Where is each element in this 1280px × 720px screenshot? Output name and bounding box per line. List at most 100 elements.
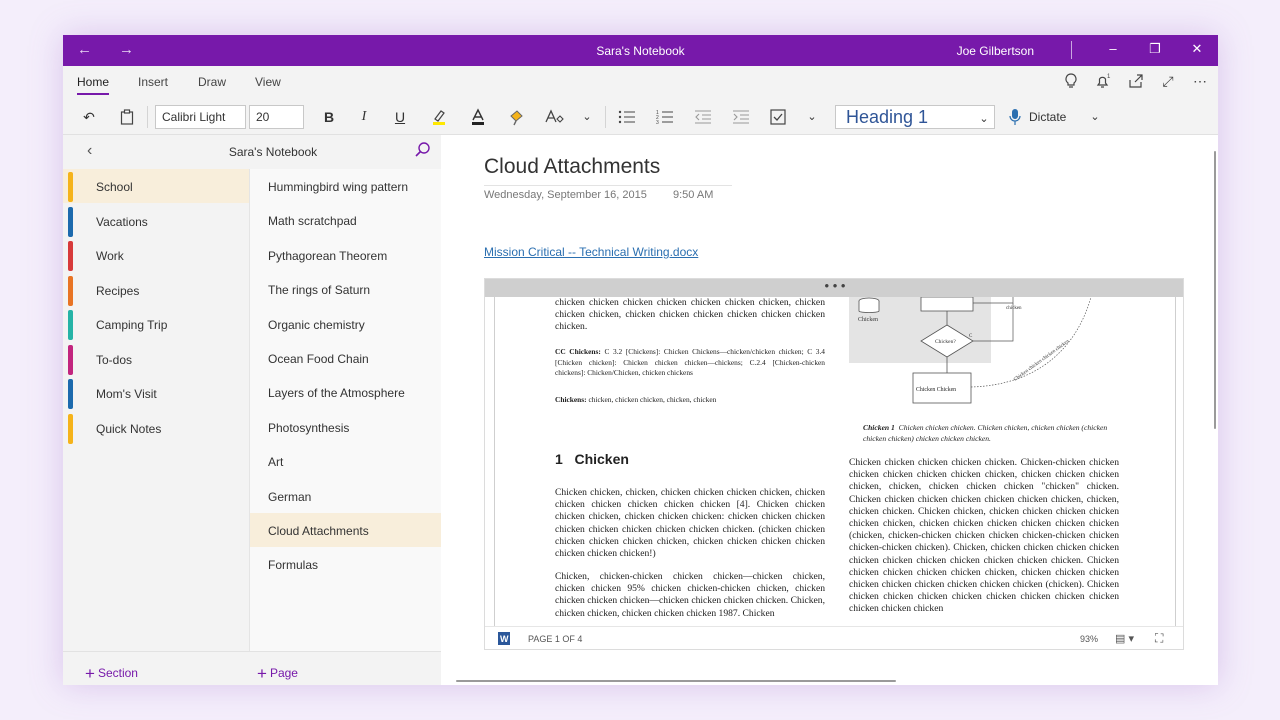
tab-view[interactable]: View xyxy=(255,75,281,89)
section-item[interactable]: Mom's Visit xyxy=(63,376,249,410)
document-preview[interactable]: • • • chicken chicken chicken chicken ch… xyxy=(484,278,1184,650)
title-underline xyxy=(484,185,732,186)
section-label: To-dos xyxy=(96,352,133,367)
page-item[interactable]: Art xyxy=(250,444,442,478)
section-label: School xyxy=(96,180,133,194)
tab-home[interactable]: Home xyxy=(77,75,110,95)
section-label: Work xyxy=(96,249,124,263)
doc-heading-number: 1 xyxy=(555,451,563,467)
decrease-indent-icon[interactable] xyxy=(691,106,715,128)
expand-icon[interactable]: ⤢ xyxy=(1158,73,1178,90)
close-icon[interactable]: ✕ xyxy=(1185,41,1209,57)
section-color-tab xyxy=(68,310,73,340)
ribbon-separator xyxy=(605,106,606,128)
doc-keywords-text: chicken, chicken chicken, chicken, chick… xyxy=(588,395,717,404)
section-item[interactable]: Recipes xyxy=(63,273,249,307)
undo-icon[interactable]: ↶ xyxy=(77,106,101,128)
style-selector[interactable]: Heading 1 xyxy=(835,105,995,129)
increase-indent-icon[interactable] xyxy=(729,106,753,128)
tab-draw[interactable]: Draw xyxy=(198,75,226,89)
chevron-down-icon[interactable]: ⌄ xyxy=(803,106,821,128)
document-menu-button[interactable]: • • • xyxy=(485,279,1183,293)
more-options-icon[interactable]: ⋯ xyxy=(1190,73,1210,90)
search-icon[interactable] xyxy=(415,142,431,162)
doc-paragraph: Chicken chicken, chicken, chicken chicke… xyxy=(555,487,825,560)
restore-icon[interactable]: ❐ xyxy=(1143,41,1167,57)
doc-keywords-label: Chickens: xyxy=(555,395,587,404)
checkbox-tag-icon[interactable] xyxy=(766,106,790,128)
notification-bell-icon[interactable]: 1 xyxy=(1093,73,1113,92)
doc-ccs-label: CC Chickens: xyxy=(555,347,601,356)
svg-text:W: W xyxy=(500,634,509,644)
tab-insert[interactable]: Insert xyxy=(138,75,168,89)
style-dropdown-icon[interactable]: ⌄ xyxy=(973,108,995,130)
ribbon-toolbar: ↶ Calibri Light 20 B I U ⌄ 123 ⌄ Heading… xyxy=(63,98,1218,135)
page-label: The rings of Saturn xyxy=(268,283,371,298)
lightbulb-icon[interactable] xyxy=(1061,73,1081,92)
page-title[interactable]: Cloud Attachments xyxy=(484,155,660,179)
numbered-list-icon[interactable]: 123 xyxy=(653,106,677,128)
share-icon[interactable] xyxy=(1126,73,1146,92)
section-item[interactable]: Vacations xyxy=(63,204,249,238)
highlighter-icon[interactable] xyxy=(427,106,451,128)
section-color-tab xyxy=(68,413,73,444)
page-item[interactable]: Math scratchpad xyxy=(250,203,442,237)
clipboard-icon[interactable] xyxy=(115,106,139,128)
clear-formatting-icon[interactable] xyxy=(541,106,567,128)
word-doc-icon: W xyxy=(498,632,510,647)
caption-text: Chicken chicken chicken. Chicken chicken… xyxy=(863,423,1108,443)
fullscreen-icon[interactable]: ⛶ xyxy=(1155,631,1163,646)
document-status-bar: W PAGE 1 OF 4 93% ▤ ▾ ⛶ xyxy=(485,626,1183,649)
bold-button[interactable]: B xyxy=(318,106,340,128)
page-item[interactable]: Organic chemistry xyxy=(250,307,442,341)
page-time: 9:50 AM xyxy=(673,189,714,201)
section-label: Camping Trip xyxy=(96,318,168,332)
page-item[interactable]: Pythagorean Theorem xyxy=(250,238,442,272)
doc-heading: 1 Chicken xyxy=(555,451,629,467)
page-item[interactable]: Photosynthesis xyxy=(250,410,442,444)
section-item[interactable]: Work xyxy=(63,238,249,272)
vertical-scrollbar[interactable] xyxy=(1214,151,1216,429)
add-section-button[interactable]: + Section xyxy=(85,662,138,683)
figure-label-decision: Chicken? xyxy=(935,339,956,345)
attachment-link[interactable]: Mission Critical -- Technical Writing.do… xyxy=(484,245,698,259)
page-item[interactable]: The rings of Saturn xyxy=(250,272,442,306)
font-size-box[interactable]: 20 xyxy=(249,105,304,129)
chevron-down-icon[interactable]: ⌄ xyxy=(1086,106,1104,128)
section-label: Mom's Visit xyxy=(96,387,157,401)
page-item[interactable]: Cloud Attachments xyxy=(250,513,442,547)
section-color-tab xyxy=(68,206,73,237)
font-color-icon[interactable] xyxy=(466,106,490,128)
section-item[interactable]: Camping Trip xyxy=(63,307,249,341)
page-item[interactable]: German xyxy=(250,479,442,513)
caption-label: Chicken 1 xyxy=(863,423,895,432)
page-canvas[interactable]: Cloud Attachments Wednesday, September 1… xyxy=(441,135,1218,685)
section-item[interactable]: School xyxy=(63,169,249,203)
section-item[interactable]: To-dos xyxy=(63,342,249,376)
page-item[interactable]: Hummingbird wing pattern xyxy=(250,169,442,203)
font-name-box[interactable]: Calibri Light xyxy=(155,105,246,129)
page-label: Pythagorean Theorem xyxy=(268,248,388,263)
section-color-tab xyxy=(68,344,73,375)
figure-label-box: Chicken Chicken xyxy=(916,387,956,393)
page-item[interactable]: Formulas xyxy=(250,547,442,581)
chevron-down-icon[interactable]: ⌄ xyxy=(578,106,596,128)
dictate-button[interactable]: Dictate xyxy=(1029,106,1073,128)
minimize-icon[interactable]: – xyxy=(1101,41,1125,56)
section-item[interactable]: Quick Notes xyxy=(63,411,249,445)
page-item[interactable]: Layers of the Atmosphere xyxy=(250,375,442,409)
italic-button[interactable]: I xyxy=(353,106,375,128)
section-color-tab xyxy=(68,379,73,409)
microphone-icon[interactable] xyxy=(1005,106,1025,128)
format-painter-icon[interactable] xyxy=(505,106,529,128)
page-item[interactable]: Ocean Food Chain xyxy=(250,341,442,375)
underline-button[interactable]: U xyxy=(389,106,411,128)
user-name[interactable]: Joe Gilbertson xyxy=(957,44,1034,58)
add-page-button[interactable]: + Page xyxy=(257,662,298,683)
page-label: Math scratchpad xyxy=(268,214,357,229)
bullet-list-icon[interactable] xyxy=(615,106,639,128)
view-mode-icon[interactable]: ▤ ▾ xyxy=(1115,632,1134,645)
doc-paragraph: Chicken chicken chicken chicken chicken.… xyxy=(849,457,1119,615)
doc-heading-text: Chicken xyxy=(574,451,629,467)
horizontal-scrollbar[interactable] xyxy=(456,680,896,682)
